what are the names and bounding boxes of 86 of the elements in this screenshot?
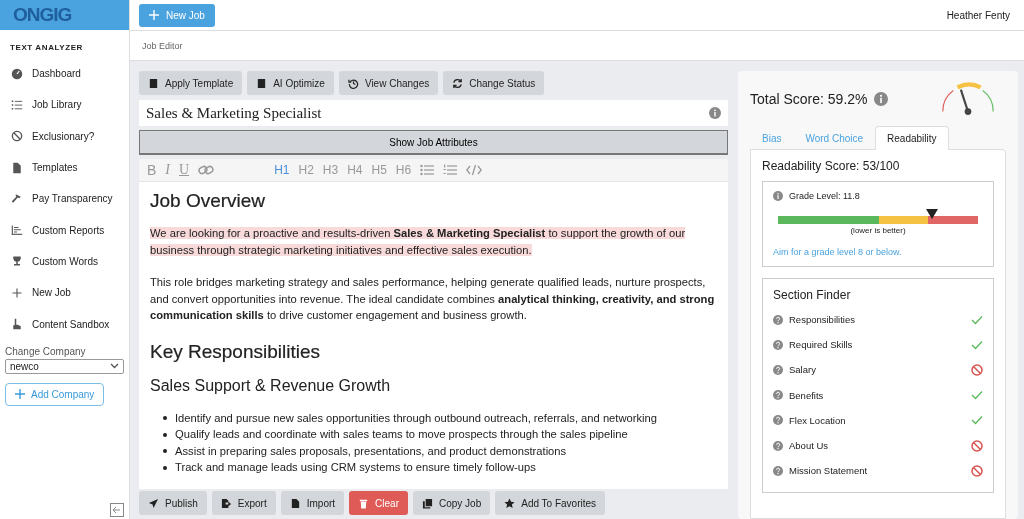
sidebar-item[interactable]: Templates <box>0 151 129 184</box>
bullet-icon <box>163 465 167 470</box>
footer-button[interactable]: Publish <box>139 491 207 515</box>
readability-score: Readability Score: 53/100 <box>762 159 901 173</box>
paragraph: We are looking for a proactive and results-driven Sales & Marketing Specialist to support the growth of our business through strategic marketing initiatives and effective sales execution. <box>150 226 687 258</box>
list-icon <box>11 98 23 111</box>
meter-caption: (lower is better) <box>849 226 907 235</box>
list-item: Assist in preparing sales proposals, presentations, and product demonstrations <box>175 443 567 459</box>
chart-icon <box>11 224 23 237</box>
toolbar-button[interactable]: Change Status <box>443 71 545 95</box>
info-icon <box>873 92 888 106</box>
send-icon <box>148 497 159 509</box>
numbered-list-icon[interactable] <box>443 164 458 176</box>
info-icon <box>773 191 783 201</box>
footer-button[interactable]: Export <box>211 491 276 515</box>
trash-icon <box>358 497 370 509</box>
bullet-icon <box>163 449 167 453</box>
footer-button[interactable]: Import <box>280 491 345 515</box>
section-finder-title: Section Finder <box>773 288 852 302</box>
list-item: Identify and pursue new sales opportunities through outbound outreach, referrals, and networking <box>175 410 657 426</box>
heading: Job Overview <box>150 189 266 213</box>
tab[interactable]: Readability <box>875 126 949 150</box>
subheading: Sales Support & Revenue Growth <box>150 375 391 396</box>
export-icon <box>220 497 232 509</box>
grade-level: Grade Level: 11.8 <box>789 191 860 201</box>
help-icon <box>773 440 783 451</box>
sync-icon <box>452 77 464 89</box>
ban-icon <box>11 130 23 143</box>
sidebar-item[interactable]: Custom Reports <box>0 214 129 246</box>
bullet-icon <box>163 416 167 420</box>
sidebar-item[interactable]: New Job <box>0 277 129 309</box>
sidebar-item[interactable]: Exclusionary? <box>0 120 129 152</box>
toolbar-button[interactable]: View Changes <box>338 71 439 95</box>
plus-icon <box>11 286 23 299</box>
help-icon <box>773 339 783 350</box>
bullet-list-icon[interactable] <box>420 164 435 176</box>
show-attributes-button[interactable]: Show Job Attributes <box>139 130 728 155</box>
collapse-icon[interactable] <box>110 503 124 517</box>
link-icon[interactable] <box>198 164 215 176</box>
heading: Key Responsibilities <box>150 339 321 364</box>
toolbar-button[interactable]: Apply Template <box>139 71 243 95</box>
info-icon <box>709 107 721 119</box>
sidebar-item[interactable]: Dashboard <box>0 58 129 90</box>
footer-button[interactable]: Copy Job <box>412 491 491 515</box>
list-item: Track and manage leads using CRM systems to ensure timely follow-ups <box>175 460 536 475</box>
sidebar-heading: TEXT ANALYZER <box>10 43 84 52</box>
job-title-field[interactable]: Sales & Marketing Specialist <box>139 100 728 126</box>
help-icon <box>773 415 783 426</box>
bullet-icon <box>163 432 167 437</box>
toolbar-button[interactable]: AI Optimize <box>247 71 334 95</box>
company-select[interactable]: newco <box>5 358 124 374</box>
trophy-icon <box>11 255 23 268</box>
help-icon <box>773 465 783 476</box>
plus-icon <box>149 10 159 20</box>
sidebar-item[interactable]: Custom Words <box>0 245 129 278</box>
section-name: Responsibilities <box>789 314 856 326</box>
code-icon[interactable] <box>466 164 483 176</box>
list-item: Qualify leads and coordinate with sales teams to move prospects through the sales pipeline <box>175 427 628 442</box>
sidebar-item[interactable]: Pay Transparency <box>0 183 129 215</box>
star-icon <box>504 497 516 509</box>
user-menu[interactable]: Heather Fenty <box>946 9 1010 21</box>
section-name: Mission Statement <box>789 465 869 477</box>
hammer-icon <box>11 192 23 205</box>
section-name: About Us <box>789 440 830 452</box>
footer-button[interactable]: Clear <box>349 491 408 515</box>
dashboard-icon <box>11 67 23 80</box>
logo: ONGIG <box>13 4 72 26</box>
section-name: Salary <box>789 364 817 376</box>
section-name: Benefits <box>789 389 825 401</box>
help-icon <box>773 314 783 325</box>
footer-button[interactable]: Add To Favorites <box>495 491 606 515</box>
sidebar-item[interactable]: Job Library <box>0 89 129 121</box>
chevron-icon <box>110 363 119 370</box>
history-icon <box>347 77 359 89</box>
breadcrumb: Job Editor <box>142 40 183 51</box>
plus-icon <box>15 389 25 400</box>
help-icon <box>773 364 783 375</box>
section-name: Required Skills <box>789 339 854 351</box>
company-label: Change Company <box>5 345 87 357</box>
total-score: Total Score: 59.2% <box>750 91 868 107</box>
file-icon <box>11 161 23 174</box>
sidebar-item[interactable]: Content Sandbox <box>0 308 129 340</box>
copy-icon <box>421 497 433 509</box>
section-name: Flex Location <box>789 414 847 426</box>
paragraph: This role bridges marketing strategy and sales performance, helping generate qualified leads, nurture prospects, and convert opportunities into revenue. The ideal candidate combines analytical thinking, creativity, and strong communication skills to drive customer engagement and business growth. <box>150 275 716 323</box>
help-icon <box>773 390 783 401</box>
